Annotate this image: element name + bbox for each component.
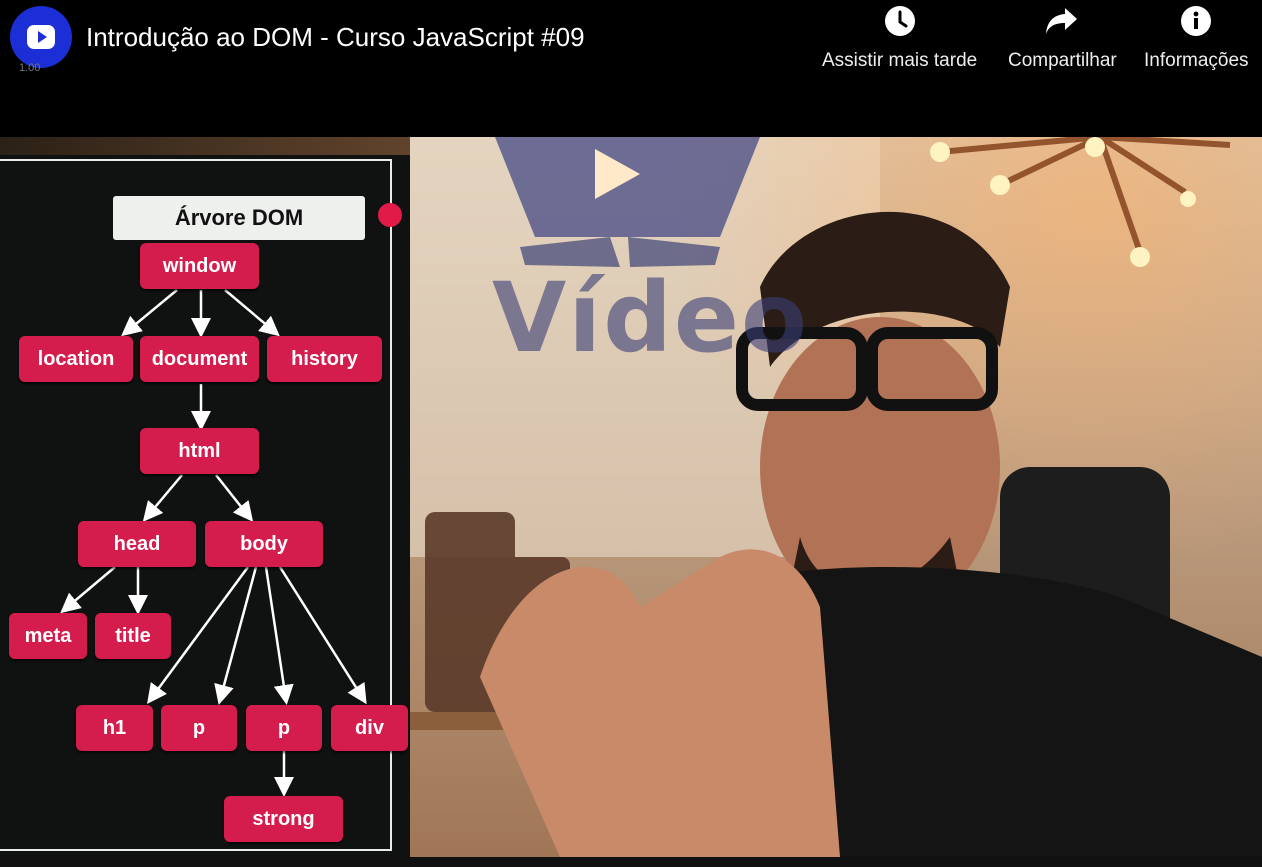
info-button[interactable]: Informações [1144,4,1249,72]
share-icon [1046,8,1078,34]
channel-avatar[interactable] [10,6,72,68]
watch-later-label: Assistir mais tarde [822,50,978,71]
node-h1: h1 [76,705,153,751]
watch-later-button[interactable]: Assistir mais tarde [822,4,977,72]
node-document: document [140,336,259,382]
video-frame[interactable]: Vídeo Árvore DOM window location documen… [0,137,1262,857]
node-history: history [267,336,382,382]
node-div: div [331,705,408,751]
share-button[interactable]: Compartilhar [1008,4,1117,72]
youtube-logo-icon [27,25,55,49]
zoom-level: 1.00 [19,62,41,74]
node-meta: meta [9,613,87,659]
player-bottom-edge [0,857,1262,867]
node-p: p [161,705,237,751]
info-label: Informações [1144,50,1249,71]
share-label: Compartilhar [1008,50,1117,71]
node-body: body [205,521,323,567]
slide-title: Árvore DOM [113,196,365,240]
record-indicator [378,203,402,227]
node-strong: strong [224,796,343,842]
node-p: p [246,705,322,751]
node-head: head [78,521,196,567]
sign-logo-shape [495,137,760,237]
node-location: location [19,336,133,382]
node-window: window [140,243,259,289]
sign-text: Vídeo [492,262,809,374]
player-top-bar: 1.00 Introdução ao DOM - Curso JavaScrip… [0,0,1262,137]
dom-tree-slide: Árvore DOM window location document hist… [0,155,410,857]
clock-icon [884,6,915,36]
info-icon [1181,6,1212,36]
video-title[interactable]: Introdução ao DOM - Curso JavaScript #09 [86,22,585,53]
node-title: title [95,613,171,659]
node-html: html [140,428,259,474]
